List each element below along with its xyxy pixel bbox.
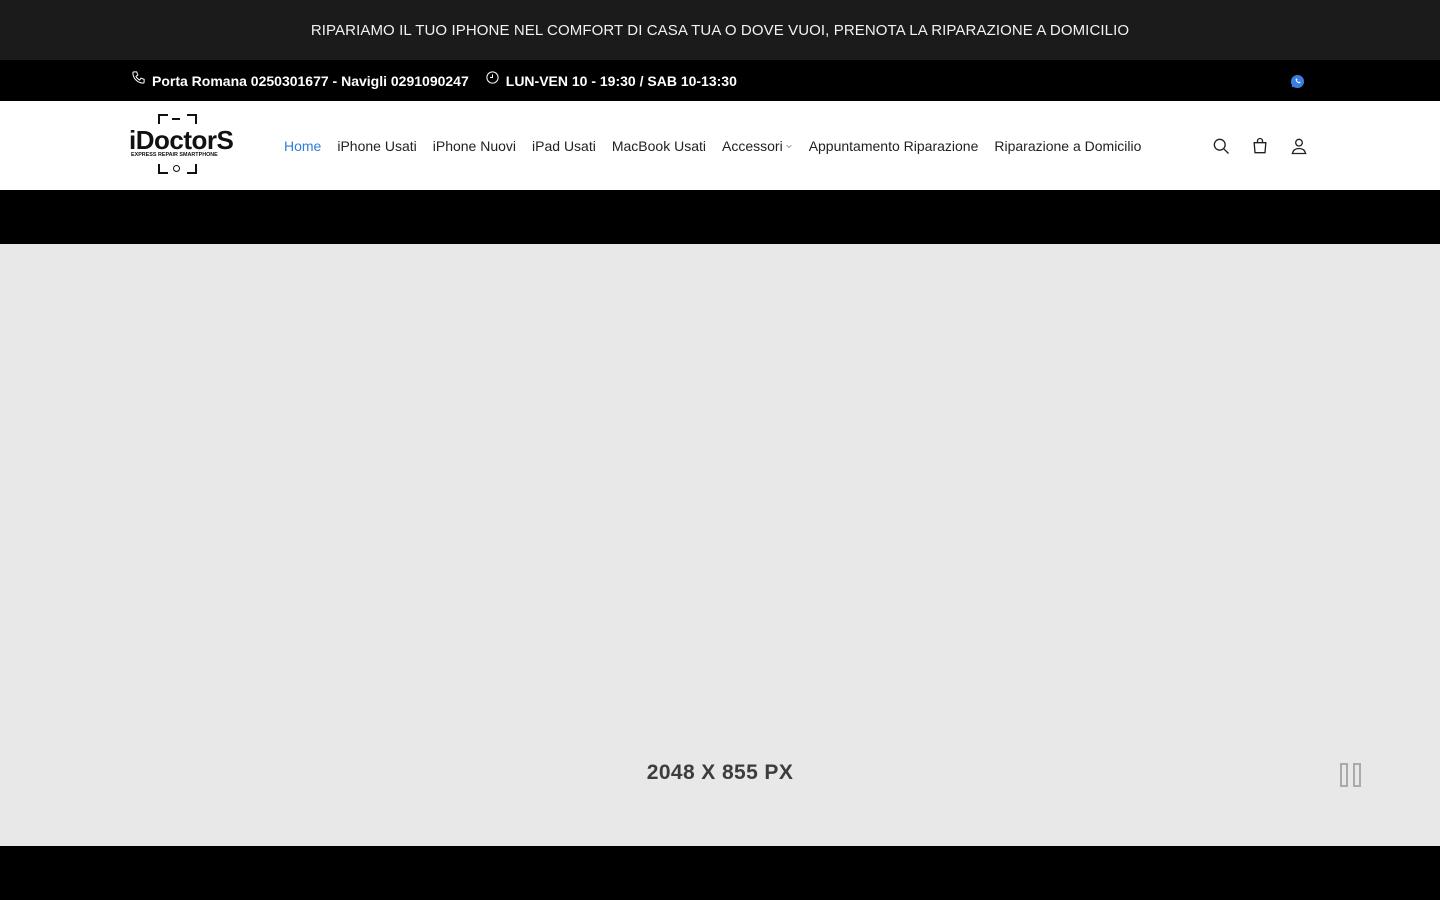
announcement-bar: RIPARIAMO IL TUO IPHONE NEL COMFORT DI C… <box>0 0 1440 60</box>
nav-ipad-usati[interactable]: iPad Usati <box>532 138 596 154</box>
pause-icon <box>1340 763 1348 787</box>
nav-iphone-usati[interactable]: iPhone Usati <box>337 138 416 154</box>
logo-corner <box>187 114 197 124</box>
hours-info: LUN-VEN 10 - 19:30 / SAB 10-13:30 <box>485 71 737 89</box>
phone-icon <box>132 71 145 84</box>
logo-corner <box>187 164 197 174</box>
clock-icon <box>486 71 499 84</box>
header-spacer <box>0 190 1440 244</box>
logo-tagline: EXPRESS REPAIR SMARTPHONE <box>131 152 218 158</box>
whatsapp-icon <box>1290 74 1305 89</box>
logo-dot <box>173 165 180 172</box>
logo-text: iDoctorS <box>129 125 234 155</box>
hero-placeholder-text: 2048 X 855 PX <box>646 761 794 784</box>
logo-corner <box>158 164 168 174</box>
account-icon <box>1291 138 1307 154</box>
cart-button[interactable] <box>1250 136 1270 156</box>
nav-appuntamento-riparazione[interactable]: Appuntamento Riparazione <box>809 138 979 154</box>
phone-info[interactable]: Porta Romana 0250301677 - Navigli 029109… <box>131 71 469 89</box>
pause-button[interactable] <box>1340 763 1361 787</box>
nav-accessori[interactable]: Accessori <box>722 138 793 154</box>
footer-band <box>0 846 1440 900</box>
nav-accessori-label: Accessori <box>722 137 783 154</box>
logo[interactable]: iDoctorS EXPRESS REPAIR SMARTPHONE <box>128 114 234 176</box>
header-icons <box>1211 101 1328 190</box>
search-icon <box>1213 138 1229 154</box>
contact-info: Porta Romana 0250301677 - Navigli 029109… <box>131 60 753 101</box>
opening-hours: LUN-VEN 10 - 19:30 / SAB 10-13:30 <box>505 72 737 89</box>
whatsapp-link[interactable] <box>1290 74 1305 92</box>
announcement-text: RIPARIAMO IL TUO IPHONE NEL COMFORT DI C… <box>310 21 1130 39</box>
chevron-down-icon <box>785 144 792 148</box>
nav-macbook-usati[interactable]: MacBook Usati <box>612 138 706 154</box>
phone-numbers: Porta Romana 0250301677 - Navigli 029109… <box>152 72 469 89</box>
nav-home[interactable]: Home <box>284 138 321 154</box>
main-nav: Home iPhone Usati iPhone Nuovi iPad Usat… <box>284 101 1157 190</box>
nav-iphone-nuovi[interactable]: iPhone Nuovi <box>433 138 516 154</box>
contact-bar: Porta Romana 0250301677 - Navigli 029109… <box>0 60 1440 101</box>
hero-slider[interactable]: 2048 X 855 PX <box>0 244 1440 846</box>
site-header: iDoctorS EXPRESS REPAIR SMARTPHONE Home … <box>0 101 1440 190</box>
pause-icon <box>1353 763 1361 787</box>
cart-icon <box>1253 137 1267 153</box>
logo-corner <box>158 114 168 124</box>
account-button[interactable] <box>1289 136 1309 156</box>
logo-notch <box>172 118 180 120</box>
nav-riparazione-domicilio[interactable]: Riparazione a Domicilio <box>994 138 1141 154</box>
search-button[interactable] <box>1211 136 1231 156</box>
